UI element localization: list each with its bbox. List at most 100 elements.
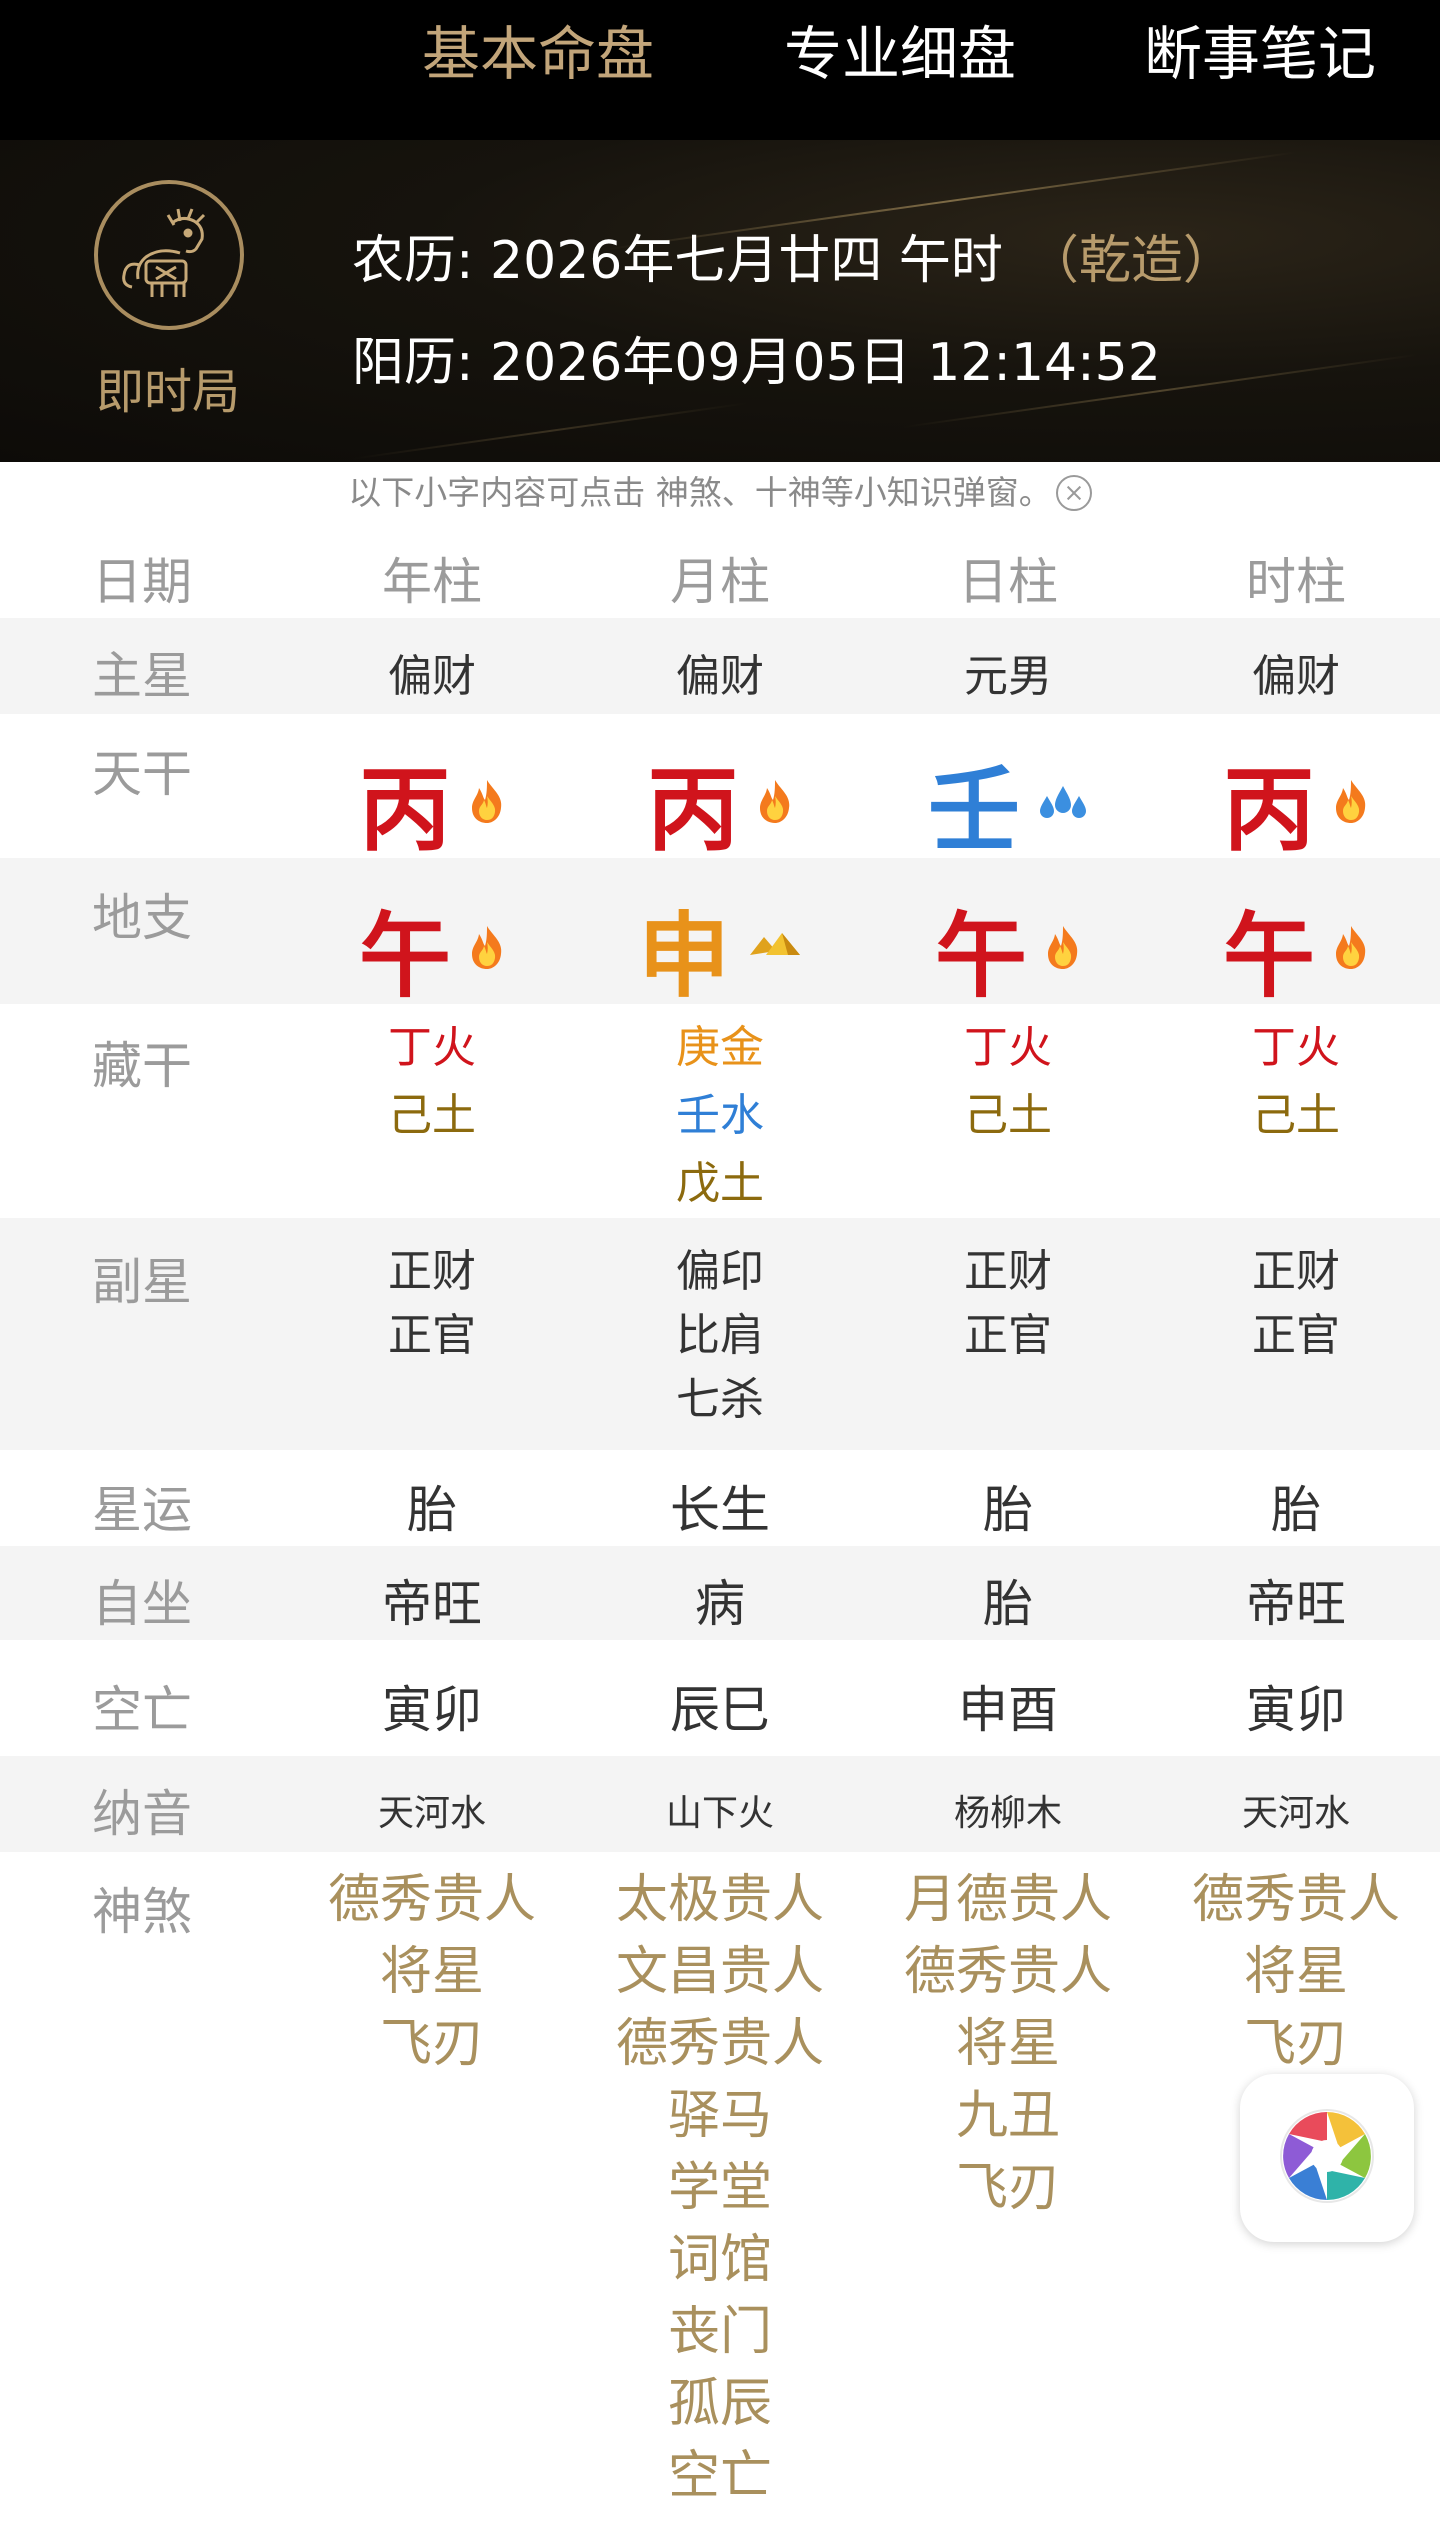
tab-detailed-chart[interactable]: 专业细盘: [784, 14, 1016, 94]
dizhi-day[interactable]: 午: [868, 882, 1148, 1015]
shensha-item[interactable]: 德秀贵人: [1156, 1864, 1436, 1936]
fuxing-item[interactable]: 正财: [868, 1240, 1148, 1304]
canggan-item[interactable]: 丁火: [292, 1014, 572, 1082]
tiangan-month[interactable]: 丙: [580, 736, 860, 869]
tab-basic-chart[interactable]: 基本命盘: [422, 14, 654, 94]
canggan-day[interactable]: 丁火 己土: [868, 1014, 1148, 1150]
fuxing-item[interactable]: 偏印: [580, 1240, 860, 1304]
shensha-item[interactable]: 九丑: [868, 2080, 1148, 2152]
main-star-month[interactable]: 偏财: [580, 640, 860, 704]
canggan-item[interactable]: 庚金: [580, 1014, 860, 1082]
floating-app-button[interactable]: [1240, 2074, 1414, 2242]
canggan-item[interactable]: 丁火: [868, 1014, 1148, 1082]
tiangan-year[interactable]: 丙: [292, 736, 572, 869]
row-label-dizhi: 地支: [92, 889, 192, 947]
shensha-item[interactable]: 太极贵人: [580, 1864, 860, 1936]
fuxing-item[interactable]: 正官: [868, 1304, 1148, 1368]
fire-icon: [469, 924, 505, 974]
canggan-year[interactable]: 丁火 己土: [292, 1014, 572, 1150]
canggan-item[interactable]: 己土: [1156, 1082, 1436, 1150]
tiangan-day[interactable]: 壬: [868, 736, 1148, 869]
fuxing-row: 副星 正财 正官 偏印 比肩 七杀 正财 正官 正财 正官: [0, 1218, 1440, 1450]
shensha-item[interactable]: 词馆: [580, 2224, 860, 2296]
kongwang-year[interactable]: 寅卯: [292, 1670, 572, 1742]
shensha-item[interactable]: 德秀贵人: [580, 2008, 860, 2080]
shensha-item[interactable]: 学堂: [580, 2152, 860, 2224]
chart-header: 即时局 农历: 2026年七月廿四 午时 （乾造） 阳历: 2026年09月05日…: [0, 140, 1440, 462]
fuxing-month[interactable]: 偏印 比肩 七杀: [580, 1240, 860, 1432]
canggan-item[interactable]: 己土: [292, 1082, 572, 1150]
top-tab-bar: 基本命盘 专业细盘 断事笔记: [0, 0, 1440, 140]
zizuo-hour[interactable]: 帝旺: [1156, 1564, 1436, 1636]
dizhi-char: 申: [637, 903, 730, 1010]
kongwang-row: 空亡 寅卯 辰巳 申酉 寅卯: [0, 1640, 1440, 1756]
fuxing-day[interactable]: 正财 正官: [868, 1240, 1148, 1368]
horse-logo-icon[interactable]: [94, 180, 244, 330]
fuxing-item[interactable]: 正官: [1156, 1304, 1436, 1368]
close-icon[interactable]: [1055, 475, 1092, 511]
main-star-hour[interactable]: 偏财: [1156, 640, 1436, 704]
canggan-item[interactable]: 壬水: [580, 1082, 860, 1150]
nayin-hour[interactable]: 天河水: [1156, 1784, 1436, 1836]
nayin-year[interactable]: 天河水: [292, 1784, 572, 1836]
xingyun-day[interactable]: 胎: [868, 1470, 1148, 1542]
fuxing-item[interactable]: 七杀: [580, 1368, 860, 1432]
canggan-item[interactable]: 戊土: [580, 1150, 860, 1218]
shensha-item[interactable]: 飞刃: [292, 2008, 572, 2080]
shensha-item[interactable]: 将星: [292, 1936, 572, 2008]
xingyun-hour[interactable]: 胎: [1156, 1470, 1436, 1542]
tiangan-hour[interactable]: 丙: [1156, 736, 1436, 869]
lunar-date-text: 农历: 2026年七月廿四 午时: [352, 231, 1003, 291]
shensha-item[interactable]: 空亡: [580, 2440, 860, 2512]
shensha-item[interactable]: 文昌贵人: [580, 1936, 860, 2008]
shensha-item[interactable]: 将星: [1156, 1936, 1436, 2008]
tiangan-char: 丙: [646, 757, 739, 864]
shensha-item[interactable]: 德秀贵人: [868, 1936, 1148, 2008]
tiangan-char: 壬: [927, 757, 1020, 864]
fire-icon: [757, 778, 793, 828]
shensha-row: 神煞 德秀贵人 将星 飞刃 太极贵人 文昌贵人 德秀贵人 驿马 学堂 词馆 丧门…: [0, 1852, 1440, 2528]
kongwang-day[interactable]: 申酉: [868, 1670, 1148, 1742]
instant-chart-label[interactable]: 即时局: [96, 352, 240, 422]
row-label-kongwang: 空亡: [92, 1681, 192, 1739]
nayin-day[interactable]: 杨柳木: [868, 1784, 1148, 1836]
main-star-year[interactable]: 偏财: [292, 640, 572, 704]
fuxing-year[interactable]: 正财 正官: [292, 1240, 572, 1368]
dizhi-char: 午: [1222, 903, 1315, 1010]
kongwang-hour[interactable]: 寅卯: [1156, 1670, 1436, 1742]
shensha-item[interactable]: 将星: [868, 2008, 1148, 2080]
nayin-month[interactable]: 山下火: [580, 1784, 860, 1836]
fire-icon: [1333, 924, 1369, 974]
shensha-item[interactable]: 驿马: [580, 2080, 860, 2152]
fuxing-item[interactable]: 正财: [1156, 1240, 1436, 1304]
shensha-item[interactable]: 德秀贵人: [292, 1864, 572, 1936]
canggan-item[interactable]: 己土: [868, 1082, 1148, 1150]
shensha-item[interactable]: 丧门: [580, 2296, 860, 2368]
fuxing-item[interactable]: 正官: [292, 1304, 572, 1368]
main-star-day[interactable]: 元男: [868, 640, 1148, 704]
dizhi-month[interactable]: 申: [580, 882, 860, 1015]
zizuo-month[interactable]: 病: [580, 1564, 860, 1636]
shensha-item[interactable]: 月德贵人: [868, 1864, 1148, 1936]
dizhi-hour[interactable]: 午: [1156, 882, 1436, 1015]
zizuo-year[interactable]: 帝旺: [292, 1564, 572, 1636]
xingyun-year[interactable]: 胎: [292, 1470, 572, 1542]
zizuo-day[interactable]: 胎: [868, 1564, 1148, 1636]
canggan-month[interactable]: 庚金 壬水 戊土: [580, 1014, 860, 1218]
shensha-item[interactable]: 飞刃: [868, 2152, 1148, 2224]
dizhi-year[interactable]: 午: [292, 882, 572, 1015]
pillar-name-hour: 时柱: [1246, 553, 1346, 611]
canggan-hour[interactable]: 丁火 己土: [1156, 1014, 1436, 1150]
fuxing-hour[interactable]: 正财 正官: [1156, 1240, 1436, 1368]
shensha-item[interactable]: 孤辰: [580, 2368, 860, 2440]
hint-banner: 以下小字内容可点击 神煞、十神等小知识弹窗。: [0, 466, 1440, 514]
kongwang-month[interactable]: 辰巳: [580, 1670, 860, 1742]
row-label-canggan: 藏干: [92, 1037, 192, 1095]
fuxing-item[interactable]: 比肩: [580, 1304, 860, 1368]
camera-shutter-icon: [1275, 2104, 1379, 2212]
xingyun-month[interactable]: 长生: [580, 1470, 860, 1542]
fuxing-item[interactable]: 正财: [292, 1240, 572, 1304]
tab-notes[interactable]: 断事笔记: [1144, 14, 1376, 94]
shensha-item[interactable]: 飞刃: [1156, 2008, 1436, 2080]
canggan-item[interactable]: 丁火: [1156, 1014, 1436, 1082]
